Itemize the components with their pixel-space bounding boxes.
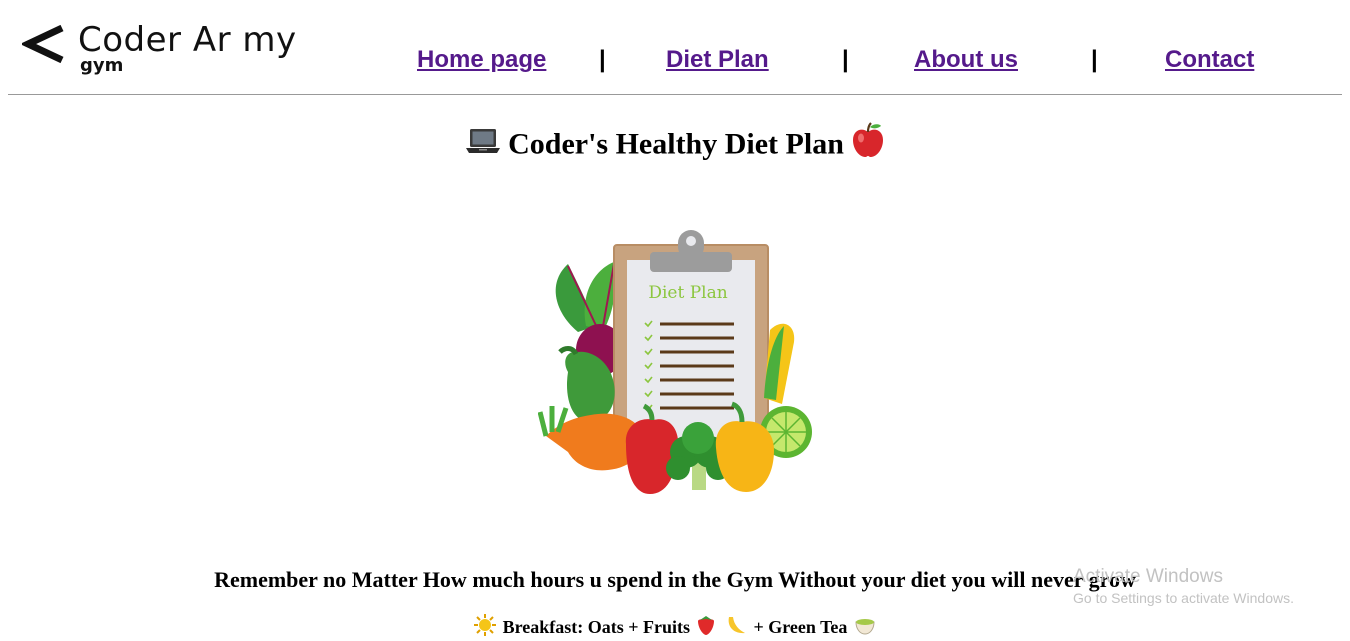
- tea-icon: [854, 614, 876, 641]
- strawberry-icon: [696, 614, 716, 641]
- nav-separator: |: [842, 46, 849, 73]
- brand-logo[interactable]: Coder Ar my gym: [22, 20, 322, 80]
- meal-breakfast: Breakfast: Oats + Fruits + Green Tea: [0, 614, 1350, 641]
- watermark-title: Activate Windows: [1073, 566, 1223, 587]
- page-title-text: Coder's Healthy Diet Plan: [508, 127, 844, 161]
- diet-plan-illustration: Diet Plan: [537, 222, 814, 504]
- header-divider: [8, 94, 1342, 95]
- sun-icon: [474, 614, 497, 641]
- nav-link-about[interactable]: About us: [914, 44, 1018, 76]
- nav-link-diet-plan[interactable]: Diet Plan: [666, 44, 769, 76]
- nav-link-contact[interactable]: Contact: [1165, 44, 1254, 76]
- laptop-icon: [464, 126, 502, 167]
- nav-separator: |: [599, 46, 606, 73]
- brand-subtitle: gym: [80, 55, 124, 76]
- windows-activation-watermark: Activate Windows Go to Settings to activ…: [1073, 566, 1294, 608]
- nav-link-home[interactable]: Home page: [417, 44, 546, 76]
- watermark-subtitle: Go to Settings to activate Windows.: [1073, 590, 1294, 606]
- apple-icon: [850, 122, 886, 171]
- banana-icon: [725, 614, 747, 641]
- meal-extra-text: + Green Tea: [753, 617, 848, 637]
- brand-name: Coder Ar my: [78, 20, 297, 60]
- illustration-heading: Diet Plan: [648, 283, 728, 303]
- chevron-left-icon: [22, 24, 64, 64]
- page-title: Coder's Healthy Diet Plan: [0, 122, 1350, 171]
- meal-breakfast-text: Breakfast: Oats + Fruits: [502, 617, 690, 637]
- nav-separator: |: [1091, 46, 1098, 73]
